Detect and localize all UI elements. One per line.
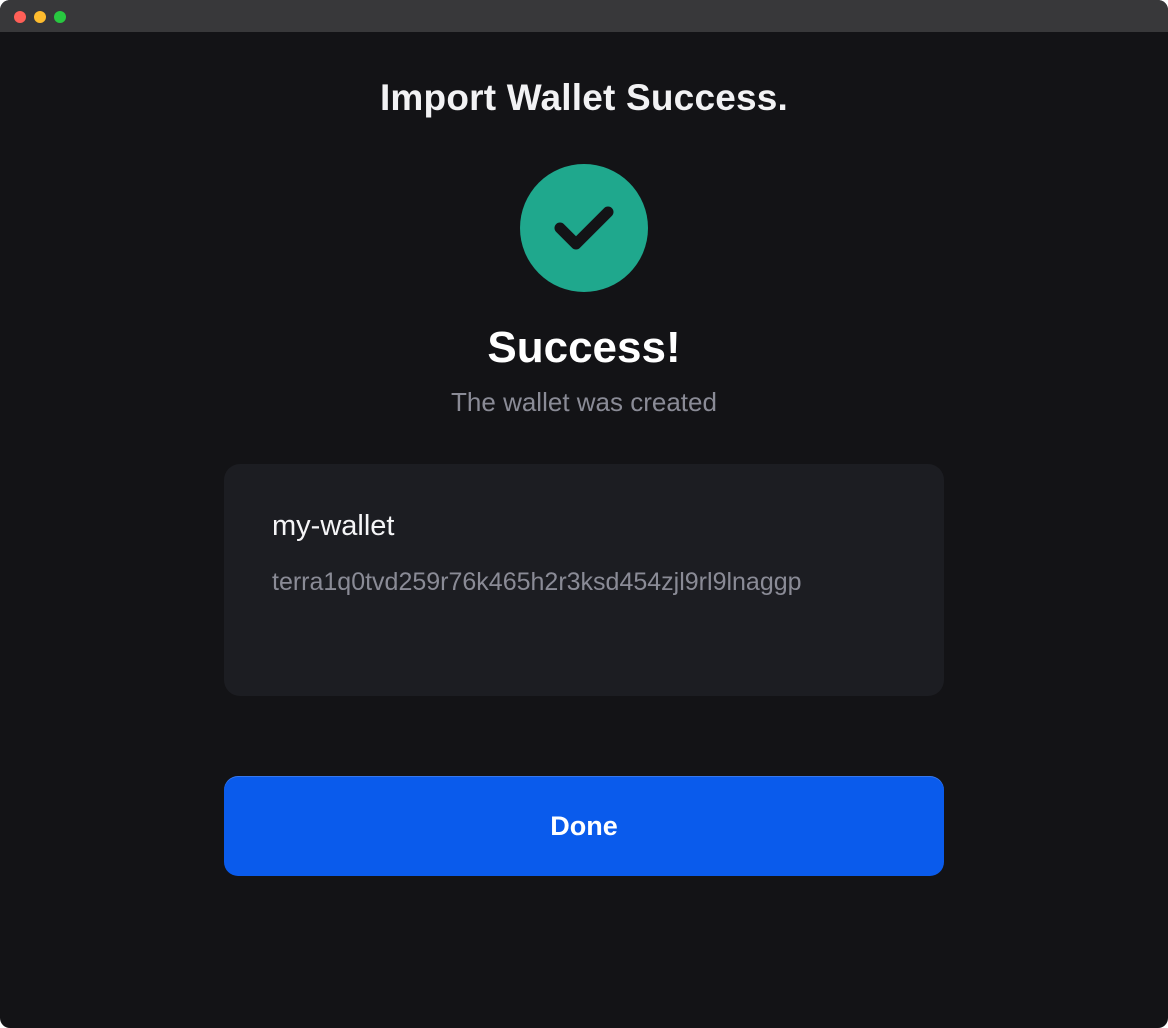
title-bar	[0, 0, 1168, 32]
wallet-name: my-wallet	[272, 510, 395, 542]
app-window: Import Wallet Success. Success! The wall…	[0, 0, 1168, 1028]
wallet-card: my-wallet terra1q0tvd259r76k465h2r3ksd45…	[224, 464, 944, 696]
window-close-button[interactable]	[14, 11, 26, 23]
check-circle-icon	[520, 164, 648, 292]
window-maximize-button[interactable]	[54, 11, 66, 23]
done-button[interactable]: Done	[224, 776, 944, 876]
page-title: Import Wallet Success.	[379, 77, 789, 118]
status-heading: Success!	[487, 323, 681, 372]
main-content: Import Wallet Success. Success! The wall…	[0, 32, 1168, 1028]
wallet-address: terra1q0tvd259r76k465h2r3ksd454zjl9rl9ln…	[272, 568, 802, 596]
window-minimize-button[interactable]	[34, 11, 46, 23]
checkmark-icon	[554, 206, 614, 250]
status-subtitle: The wallet was created	[451, 387, 717, 417]
